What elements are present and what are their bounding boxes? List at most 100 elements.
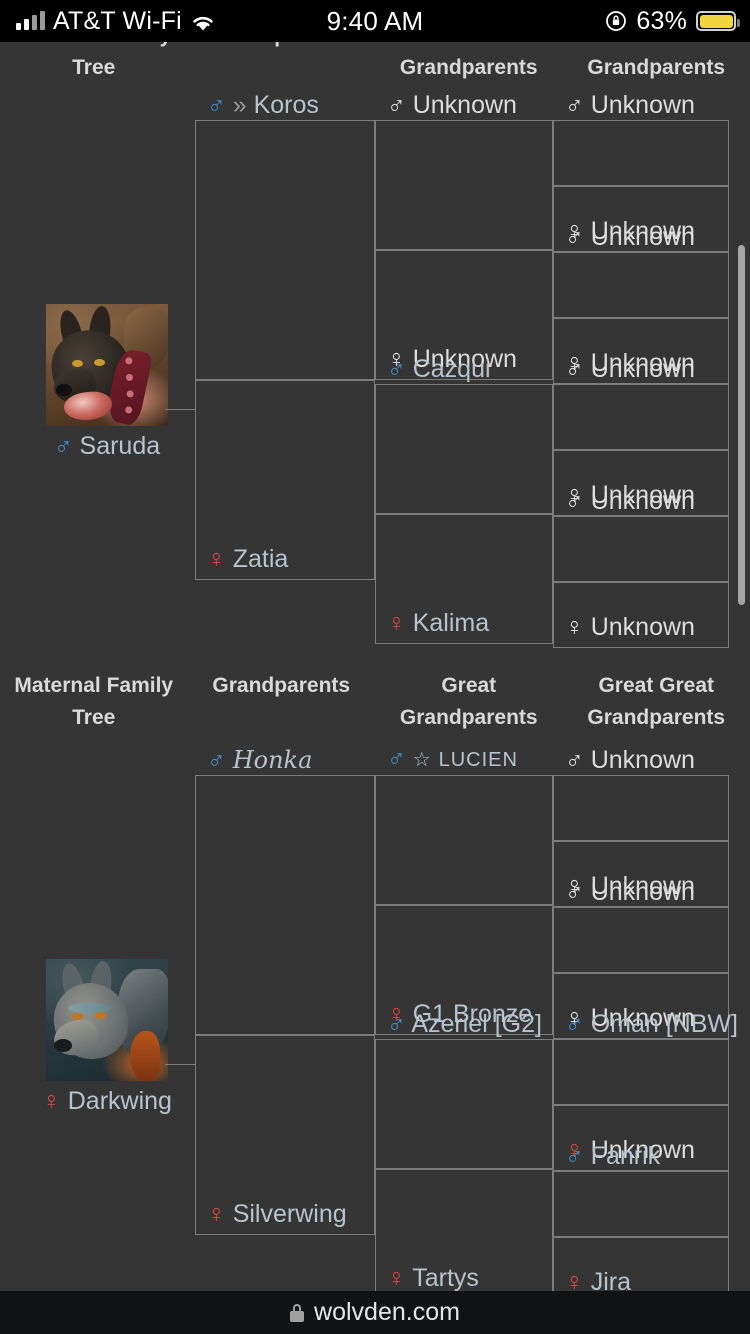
cell-label[interactable]: ♂ Fanrik	[565, 1141, 660, 1171]
cell-label: ♂ Unknown	[565, 746, 695, 774]
paternal-ggp-5[interactable]: ♂ Unknown	[553, 355, 729, 450]
cell-name[interactable]: ♀ Kalima	[387, 608, 489, 638]
battery-icon	[696, 11, 740, 31]
maternal-header-col1: Maternal Family Tree	[14, 674, 174, 729]
cell-box	[553, 907, 729, 973]
maternal-ggp-7[interactable]: ♂ Fanrik	[553, 1142, 729, 1237]
avatar[interactable]	[46, 304, 168, 426]
connector	[165, 1064, 195, 1065]
page-content: Paternal Family Tree Grandparents Great …	[0, 42, 750, 1291]
maternal-gp-1[interactable]: ♂ ☆ LUCIEN	[375, 744, 553, 905]
female-symbol-icon: ♀	[565, 613, 584, 641]
carrier-label: AT&T Wi-Fi	[53, 6, 182, 35]
cell-box	[375, 1039, 553, 1169]
male-symbol-icon: ♂	[387, 1010, 406, 1038]
cell-label[interactable]: ♂ Azeriel [G2]	[387, 1009, 542, 1039]
male-symbol-icon: ♂	[53, 432, 73, 460]
female-symbol-icon: ♀	[207, 1200, 226, 1228]
cell-label: ♂ Unknown	[565, 223, 695, 251]
maternal-gp-3[interactable]: ♂ Azeriel [G2]	[375, 1010, 553, 1169]
maternal-ggp-3[interactable]: ♂ Unknown	[553, 878, 729, 973]
browser-url-bar[interactable]: wolvden.com	[0, 1291, 750, 1334]
cell-box	[553, 252, 729, 318]
paternal-gp-1[interactable]: ♂ Unknown	[375, 91, 553, 250]
cellular-bars-icon	[16, 11, 45, 30]
cell-box	[553, 384, 729, 450]
male-symbol-icon: ♂	[565, 487, 584, 515]
male-symbol-icon: ♂	[565, 1010, 584, 1038]
cell-box	[195, 775, 375, 1035]
cell-box	[195, 120, 375, 380]
cell-name: ♀ Unknown	[565, 613, 695, 641]
paternal-family-tree: ♂ Saruda ♂ » Koros ♀ Zatia ♂ Unknown ♀ U…	[0, 91, 750, 652]
male-symbol-icon: ♂	[207, 746, 226, 774]
maternal-subject[interactable]: ♀ Darkwing	[30, 959, 184, 1116]
paternal-ggp-7[interactable]: ♂ Unknown	[553, 487, 729, 582]
paternal-tree-headers: Paternal Family Tree Grandparents Great …	[0, 42, 750, 84]
cell-label[interactable]: ♂ Oman [NBW]	[565, 1009, 738, 1039]
maternal-header-col2: Grandparents	[212, 674, 351, 697]
cell-label: ♂ Unknown	[565, 487, 695, 515]
maternal-ggp-1[interactable]: ♂ Unknown	[553, 746, 729, 841]
paternal-header-col3: Great Grandparents	[399, 42, 538, 79]
male-symbol-icon: ♂	[565, 91, 584, 119]
cell-label: ♂ Unknown	[387, 91, 517, 119]
cell-box	[553, 1039, 729, 1105]
maternal-subject-name[interactable]: ♀ Darkwing	[30, 1087, 184, 1116]
cell-label[interactable]: ♂ Cazqui	[387, 354, 491, 384]
maternal-gp-4[interactable]: ♀ Tartys	[375, 1169, 553, 1291]
cell-box	[375, 775, 553, 905]
paternal-ggp-3[interactable]: ♂ Unknown	[553, 223, 729, 318]
maternal-tree-headers: Maternal Family Tree Grandparents Great …	[0, 670, 750, 734]
paternal-subject[interactable]: ♂ Saruda	[30, 304, 184, 461]
paternal-subject-name[interactable]: ♂ Saruda	[30, 432, 184, 461]
maternal-parent-father[interactable]: ♂ Honka	[195, 746, 375, 1035]
cell-box	[553, 1171, 729, 1237]
paternal-header-col2: Grandparents	[188, 42, 376, 84]
male-symbol-icon: ♂	[565, 878, 584, 906]
maternal-header-col3: Great Grandparents	[399, 674, 538, 729]
cell-name[interactable]: ♀ Zatia	[207, 544, 288, 574]
paternal-parent-mother[interactable]: ♀ Zatia	[195, 380, 375, 580]
status-bar-right: 63%	[605, 6, 740, 36]
female-symbol-icon: ♀	[207, 545, 226, 573]
rotation-lock-icon	[605, 10, 627, 32]
male-symbol-icon: ♂	[387, 355, 406, 383]
male-symbol-icon: ♂	[387, 91, 406, 119]
paternal-header-col1: Paternal Family Tree	[16, 42, 171, 79]
connector	[165, 409, 195, 410]
female-symbol-icon: ♀	[387, 609, 406, 637]
maternal-ggp-8[interactable]: ♀ Jira	[553, 1237, 729, 1291]
paternal-ggp-1[interactable]: ♂ Unknown	[553, 91, 729, 186]
cell-box	[553, 516, 729, 582]
avatar[interactable]	[46, 959, 168, 1081]
paternal-ggp-8[interactable]: ♀ Unknown	[553, 582, 729, 648]
cell-name[interactable]: ♀ Tartys	[387, 1263, 479, 1291]
male-symbol-icon: ♂	[565, 1142, 584, 1170]
cell-name[interactable]: ♀ Silverwing	[207, 1199, 347, 1229]
maternal-parent-mother[interactable]: ♀ Silverwing	[195, 1035, 375, 1235]
cell-label[interactable]: ♂ ☆ LUCIEN	[387, 743, 518, 775]
wifi-icon	[190, 11, 216, 31]
cell-label[interactable]: ♂ » Koros	[207, 90, 319, 120]
paternal-parent-father[interactable]: ♂ » Koros	[195, 91, 375, 380]
lock-icon	[290, 1303, 305, 1322]
male-symbol-icon: ♂	[387, 744, 406, 772]
cell-name[interactable]: ♀ Jira	[565, 1267, 631, 1291]
cell-label[interactable]: ♂ Honka	[207, 745, 312, 775]
paternal-gp-4[interactable]: ♀ Kalima	[375, 514, 553, 644]
paternal-gp-3[interactable]: ♂ Cazqui	[375, 355, 553, 514]
female-symbol-icon: ♀	[565, 1268, 584, 1291]
female-symbol-icon: ♀	[42, 1087, 61, 1115]
battery-percent: 63%	[636, 6, 687, 35]
status-bar: AT&T Wi-Fi 9:40 AM 63%	[0, 0, 750, 42]
vertical-scrollbar[interactable]	[738, 245, 745, 605]
maternal-ggp-5[interactable]: ♂ Oman [NBW]	[553, 1010, 738, 1105]
status-bar-left: AT&T Wi-Fi	[16, 7, 216, 36]
url-label[interactable]: wolvden.com	[314, 1298, 460, 1327]
star-icon: ☆	[412, 749, 432, 771]
cell-label: ♂ Unknown	[565, 355, 695, 383]
cell-box	[553, 775, 729, 841]
maternal-family-tree: ♀ Darkwing ♂ Honka ♀ Silverwing ♂ ☆ LUCI…	[0, 744, 750, 1291]
male-symbol-icon: ♂	[207, 91, 226, 119]
